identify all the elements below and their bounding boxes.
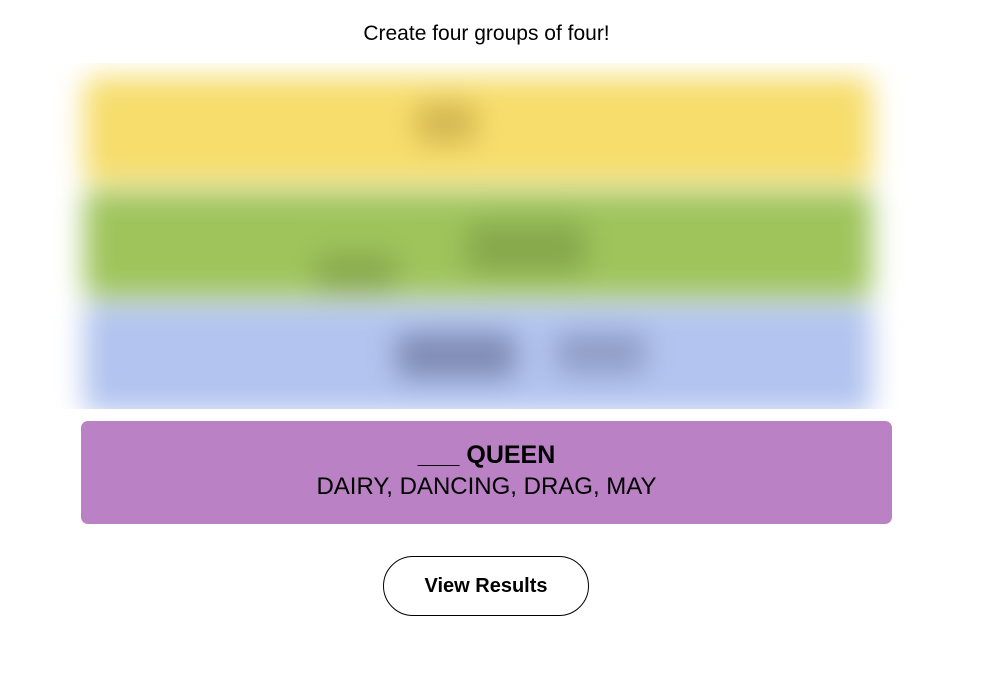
- instructions-text: Create four groups of four!: [363, 22, 610, 45]
- blurred-solved-groups: [26, 63, 930, 409]
- blurred-text-smudge: [416, 103, 476, 143]
- group-members: DAIRY, DANCING, DRAG, MAY: [316, 473, 657, 500]
- view-results-button[interactable]: View Results: [383, 556, 589, 616]
- blurred-text-smudge: [396, 333, 516, 378]
- blurred-text-smudge: [466, 223, 586, 273]
- blurred-text-smudge: [556, 333, 646, 373]
- blurred-text-smudge: [316, 253, 396, 293]
- blurred-yellow-group: [84, 77, 872, 183]
- solved-group-purple: ___ QUEEN DAIRY, DANCING, DRAG, MAY: [81, 421, 892, 524]
- group-title: ___ QUEEN: [417, 441, 556, 469]
